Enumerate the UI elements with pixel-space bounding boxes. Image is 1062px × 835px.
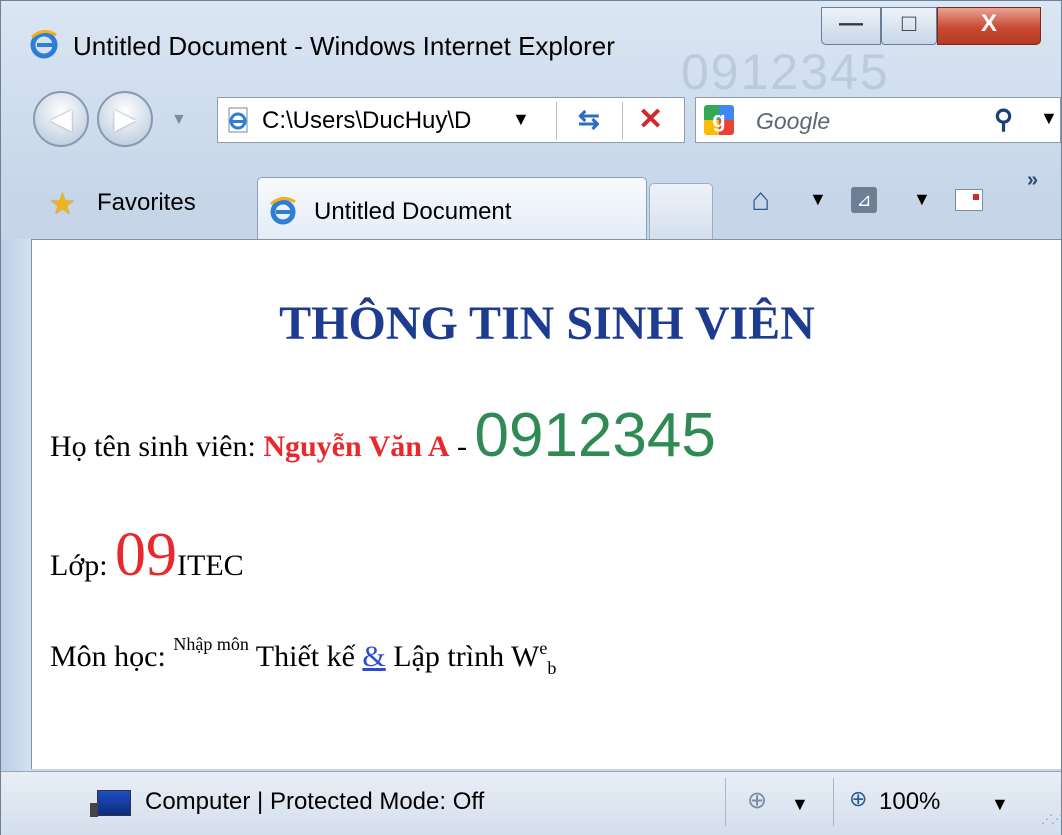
new-tab-button[interactable] bbox=[649, 183, 713, 239]
minimize-button[interactable]: — bbox=[821, 7, 881, 45]
navigation-bar: ◀ ▶ ▼ C:\Users\DucHuy\D ▼ ⇆ ✕ g Google ⚲… bbox=[1, 81, 1061, 165]
page-viewport: THÔNG TIN SINH VIÊN Họ tên sinh viên: Ng… bbox=[31, 239, 1061, 769]
recent-pages-dropdown[interactable]: ▼ bbox=[171, 111, 187, 129]
class-label: Lớp: bbox=[50, 549, 116, 582]
page-icon bbox=[228, 107, 248, 133]
subject-middle: Thiết kế bbox=[248, 640, 363, 673]
zoom-level[interactable]: 100% bbox=[879, 788, 940, 816]
status-separator bbox=[833, 778, 834, 826]
favorites-star-icon[interactable]: ★ bbox=[49, 187, 76, 222]
close-icon: X bbox=[980, 10, 997, 37]
search-icon[interactable]: ⚲ bbox=[994, 104, 1013, 135]
window-title: Untitled Document - Windows Internet Exp… bbox=[73, 31, 615, 61]
maximize-icon: □ bbox=[901, 10, 917, 37]
search-input[interactable]: Google bbox=[756, 108, 830, 135]
ampersand-link[interactable]: & bbox=[362, 640, 385, 673]
subject-superscript-e: e bbox=[539, 638, 548, 658]
student-id: 0912345 bbox=[474, 401, 716, 470]
address-separator bbox=[556, 102, 557, 140]
window-left-edge bbox=[1, 239, 31, 771]
google-logo-icon: g bbox=[704, 105, 734, 135]
address-input[interactable]: C:\Users\DucHuy\D bbox=[262, 107, 471, 135]
back-arrow-icon: ◀ bbox=[50, 103, 72, 134]
search-options-dropdown-icon[interactable]: ▼ bbox=[1040, 108, 1058, 129]
class-number: 09 bbox=[115, 521, 178, 589]
more-commands-chevron-icon[interactable]: » bbox=[1027, 169, 1038, 192]
subject-line: Môn học: Nhập môn Thiết kế & Lập trình W… bbox=[50, 634, 556, 678]
maximize-button[interactable]: □ bbox=[881, 7, 937, 45]
zoom-dropdown-icon[interactable]: ▼ bbox=[991, 794, 1009, 815]
feeds-dropdown-icon[interactable]: ▼ bbox=[913, 189, 931, 210]
class-code: ITEC bbox=[177, 549, 244, 582]
subject-superscript: Nhập môn bbox=[173, 634, 249, 654]
student-name: Nguyễn Văn A bbox=[263, 430, 450, 463]
tab-untitled-document[interactable]: Untitled Document bbox=[257, 177, 647, 239]
protected-mode-dropdown-icon[interactable]: ▼ bbox=[791, 794, 809, 815]
subject-subscript-b: b bbox=[547, 658, 557, 678]
search-box[interactable]: g Google ⚲ ▼ bbox=[695, 97, 1061, 143]
tab-label: Untitled Document bbox=[314, 198, 512, 225]
internet-explorer-icon bbox=[30, 30, 58, 59]
computer-zone-icon bbox=[90, 790, 131, 817]
back-button[interactable]: ◀ bbox=[33, 91, 89, 147]
title-bar[interactable]: Untitled Document - Windows Internet Exp… bbox=[1, 1, 1061, 100]
page-title: THÔNG TIN SINH VIÊN bbox=[279, 297, 815, 350]
forward-arrow-icon: ▶ bbox=[114, 103, 136, 134]
forward-button[interactable]: ▶ bbox=[97, 91, 153, 147]
address-bar[interactable]: C:\Users\DucHuy\D ▼ ⇆ ✕ bbox=[217, 97, 685, 143]
student-name-line: Họ tên sinh viên: Nguyễn Văn A - 0912345 bbox=[50, 400, 716, 471]
feeds-icon[interactable]: ⊿ bbox=[851, 187, 877, 213]
class-line: Lớp: 09ITEC bbox=[50, 520, 244, 591]
name-dash: - bbox=[449, 430, 475, 463]
internet-explorer-icon bbox=[270, 197, 296, 225]
favorites-button[interactable]: Favorites bbox=[97, 189, 196, 217]
browser-window: Untitled Document - Windows Internet Exp… bbox=[0, 0, 1062, 835]
status-bar: Computer | Protected Mode: Off ⊕ ▼ ⊕ 100… bbox=[1, 771, 1062, 835]
subject-label: Môn học: bbox=[50, 640, 174, 673]
refresh-icon[interactable]: ⇆ bbox=[578, 104, 600, 135]
zoom-icon[interactable]: ⊕ bbox=[849, 786, 867, 812]
close-button[interactable]: X bbox=[937, 7, 1041, 45]
security-zone-text[interactable]: Computer | Protected Mode: Off bbox=[145, 788, 484, 816]
resize-grip-icon[interactable]: ⋰⋰ bbox=[1041, 812, 1062, 826]
home-dropdown-icon[interactable]: ▼ bbox=[809, 189, 827, 210]
read-mail-icon[interactable] bbox=[955, 189, 983, 211]
subject-end: Lập trình W bbox=[385, 640, 540, 673]
address-dropdown-icon[interactable]: ▼ bbox=[512, 109, 530, 130]
window-controls: — □ X bbox=[821, 7, 1041, 45]
protected-mode-icon[interactable]: ⊕ bbox=[747, 786, 767, 815]
tab-bar: ★ Favorites Untitled Document ⌂ ▼ ⊿ ▼ » bbox=[1, 167, 1061, 239]
name-label: Họ tên sinh viên: bbox=[50, 430, 264, 463]
address-separator bbox=[622, 102, 623, 140]
home-icon[interactable]: ⌂ bbox=[751, 181, 770, 218]
minimize-icon: — bbox=[839, 10, 863, 37]
status-separator bbox=[725, 778, 726, 826]
stop-icon[interactable]: ✕ bbox=[638, 102, 663, 137]
